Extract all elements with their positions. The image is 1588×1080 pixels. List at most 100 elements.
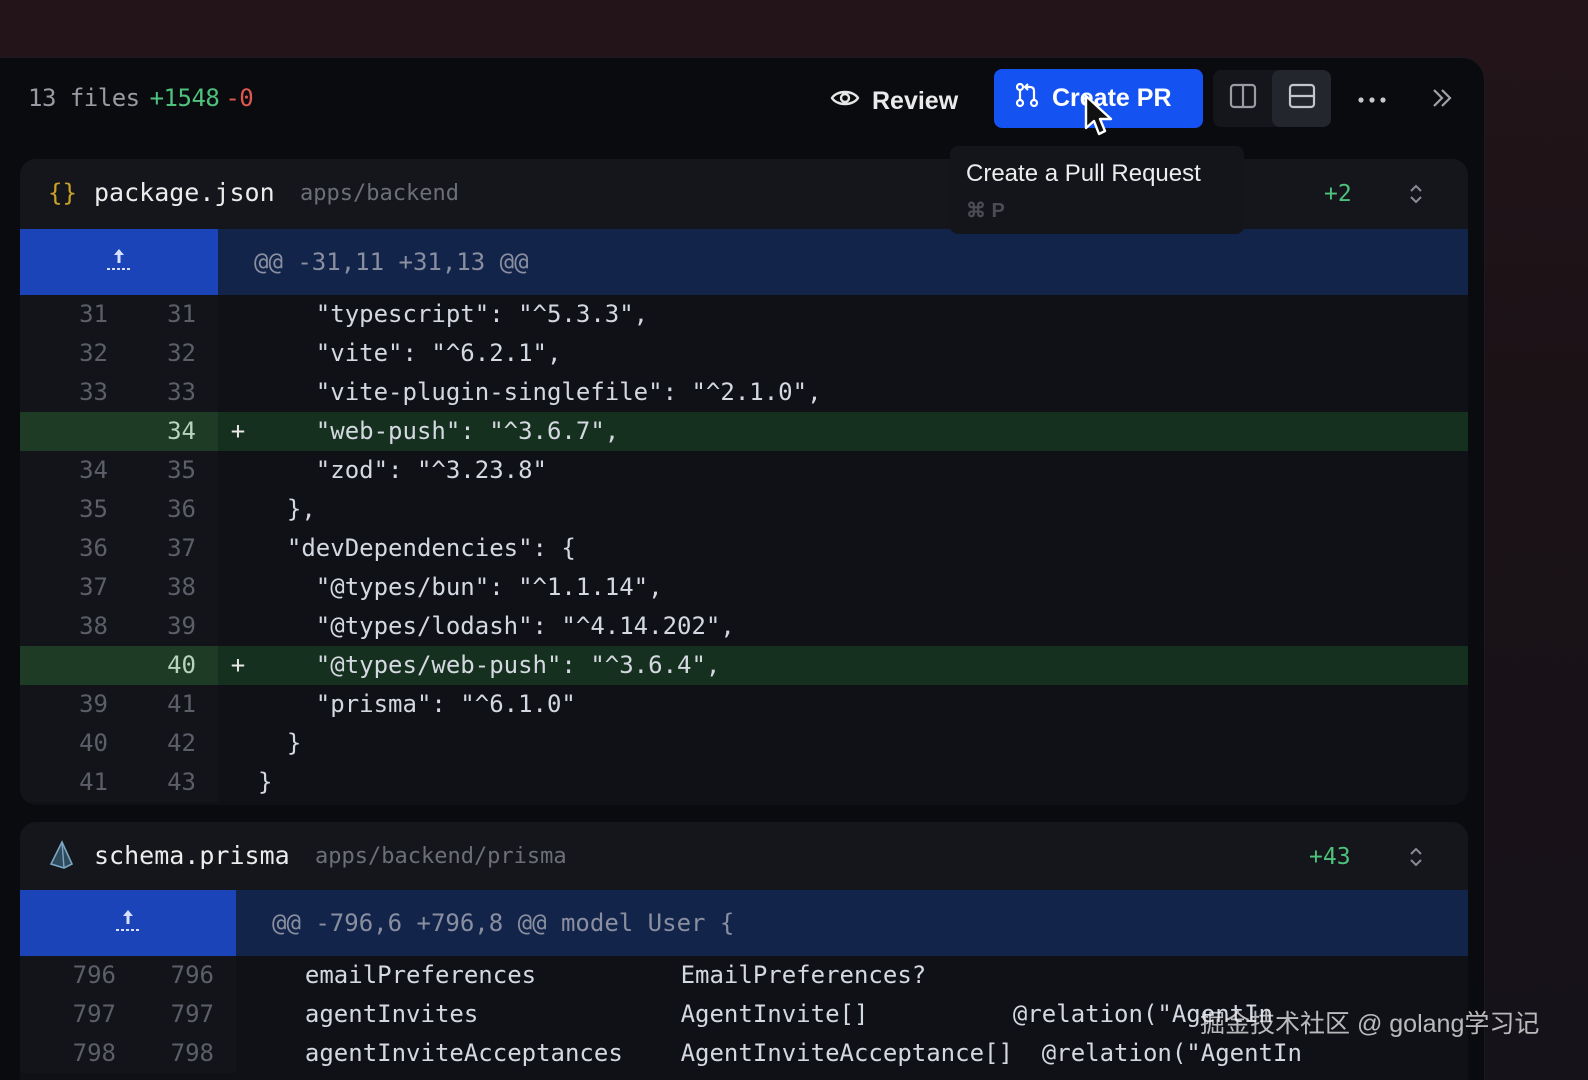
diff-line-added: 40 + "@types/web-push": "^3.6.4", xyxy=(20,646,1468,685)
new-line-number: 797 xyxy=(170,1000,214,1028)
diff-lines: 31 31 "typescript": "^5.3.3", 32 32 "vite":… xyxy=(20,295,1468,802)
old-line-number: 797 xyxy=(72,1000,116,1028)
diff-view-toggle xyxy=(1213,70,1331,127)
code-text: "@types/web-push": "^3.6.4", xyxy=(258,651,721,679)
more-options-button[interactable] xyxy=(1352,80,1392,120)
total-deletions: -0 xyxy=(225,84,254,112)
prisma-icon xyxy=(48,840,74,875)
code-text: "zod": "^3.23.8" xyxy=(258,456,547,484)
diff-sign xyxy=(218,685,258,724)
diff-line: 39 41 "prisma": "^6.1.0" xyxy=(20,685,1468,724)
expand-collapse-icon[interactable] xyxy=(1404,842,1428,872)
line-number-gutter: 33 33 xyxy=(20,373,218,412)
expand-up-button[interactable] xyxy=(20,890,236,956)
new-line-number: 32 xyxy=(167,339,196,367)
line-number-gutter: 34 35 xyxy=(20,451,218,490)
diff-sign xyxy=(218,490,258,529)
diff-panel: 13 files +1548 -0 Review Create PR {} pa… xyxy=(0,58,1484,1080)
old-line-number: 32 xyxy=(79,339,108,367)
old-line-number: 31 xyxy=(79,300,108,328)
new-line-number: 796 xyxy=(170,961,214,989)
old-line-number: 41 xyxy=(79,768,108,796)
hunk-header: @@ -796,6 +796,8 @@ model User { xyxy=(20,890,1468,956)
diff-line: 34 35 "zod": "^3.23.8" xyxy=(20,451,1468,490)
line-number-gutter: 34 xyxy=(20,412,218,451)
file-additions: +43 xyxy=(1309,844,1351,870)
old-line-number: 798 xyxy=(72,1039,116,1067)
file-diff-package-json: {} package.json apps/backend +2 @@ -31,1… xyxy=(20,159,1468,805)
diff-sign xyxy=(218,568,258,607)
code-text: "web-push": "^3.6.7", xyxy=(258,417,620,445)
line-number-gutter: 32 32 xyxy=(20,334,218,373)
line-number-gutter: 796 796 xyxy=(20,956,236,995)
unified-view-button[interactable] xyxy=(1272,70,1331,127)
new-line-number: 35 xyxy=(167,456,196,484)
hunk-range: @@ -31,11 +31,13 @@ xyxy=(254,248,529,276)
hunk-header: @@ -31,11 +31,13 @@ xyxy=(20,229,1468,295)
old-line-number: 40 xyxy=(79,729,108,757)
new-line-number: 34 xyxy=(167,417,196,445)
diff-line: 796 796 emailPreferences EmailPreferences… xyxy=(20,956,1468,995)
line-number-gutter: 798 798 xyxy=(20,1034,236,1073)
new-line-number: 33 xyxy=(167,378,196,406)
old-line-number xyxy=(20,646,108,685)
code-text: "vite-plugin-singlefile": "^2.1.0", xyxy=(258,378,822,406)
new-line-number: 42 xyxy=(167,729,196,757)
diff-sign xyxy=(218,334,258,373)
code-text: "devDependencies": { xyxy=(258,534,576,562)
new-line-number: 31 xyxy=(167,300,196,328)
total-additions: +1548 xyxy=(149,84,220,112)
code-text: "@types/lodash": "^4.14.202", xyxy=(258,612,735,640)
code-text: } xyxy=(258,729,302,757)
code-text: agentInvites AgentInvite[] @relation("Ag… xyxy=(276,1000,1273,1028)
new-line-number: 37 xyxy=(167,534,196,562)
create-pr-tooltip: Create a Pull Request ⌘ P xyxy=(950,146,1244,234)
json-braces-icon: {} xyxy=(48,179,77,207)
code-text: "typescript": "^5.3.3", xyxy=(258,300,649,328)
code-text: } xyxy=(258,768,273,796)
line-number-gutter: 36 37 xyxy=(20,529,218,568)
code-text: emailPreferences EmailPreferences? xyxy=(276,961,927,989)
expand-collapse-icon[interactable] xyxy=(1404,179,1428,209)
old-line-number: 796 xyxy=(72,961,116,989)
expand-up-icon xyxy=(104,247,134,278)
diff-sign xyxy=(218,763,258,802)
code-text: "@types/bun": "^1.1.14", xyxy=(258,573,663,601)
old-line-number: 35 xyxy=(79,495,108,523)
file-header[interactable]: schema.prisma apps/backend/prisma +43 xyxy=(20,822,1468,890)
old-line-number: 37 xyxy=(79,573,108,601)
old-line-number xyxy=(20,412,108,451)
file-name: package.json xyxy=(94,178,275,207)
file-path: apps/backend/prisma xyxy=(315,844,567,869)
new-line-number: 36 xyxy=(167,495,196,523)
line-number-gutter: 35 36 xyxy=(20,490,218,529)
code-text: }, xyxy=(258,495,316,523)
split-view-icon xyxy=(1229,82,1257,115)
line-number-gutter: 38 39 xyxy=(20,607,218,646)
line-number-gutter: 31 31 xyxy=(20,295,218,334)
new-line-number: 38 xyxy=(167,573,196,601)
file-additions: +2 xyxy=(1324,181,1352,207)
split-view-button[interactable] xyxy=(1213,70,1272,127)
watermark: 掘金技术社区 @ golang学习记 xyxy=(1200,1010,1540,1038)
diff-line: 36 37 "devDependencies": { xyxy=(20,529,1468,568)
old-line-number: 33 xyxy=(79,378,108,406)
diff-line: 37 38 "@types/bun": "^1.1.14", xyxy=(20,568,1468,607)
collapse-panel-button[interactable] xyxy=(1422,80,1462,120)
files-count: 13 files xyxy=(28,84,140,112)
tooltip-shortcut: ⌘ P xyxy=(966,200,1005,222)
diff-sign xyxy=(218,373,258,412)
diff-sign xyxy=(236,956,276,995)
expand-up-button[interactable] xyxy=(20,229,218,295)
diff-line: 31 31 "typescript": "^5.3.3", xyxy=(20,295,1468,334)
new-line-number: 43 xyxy=(167,768,196,796)
diff-line-added: 34 + "web-push": "^3.6.7", xyxy=(20,412,1468,451)
file-header[interactable]: {} package.json apps/backend +2 xyxy=(20,159,1468,229)
diff-sign xyxy=(218,607,258,646)
line-number-gutter: 37 38 xyxy=(20,568,218,607)
diff-sign xyxy=(218,295,258,334)
review-button[interactable]: Review xyxy=(826,78,971,124)
file-path: apps/backend xyxy=(300,181,459,206)
line-number-gutter: 40 xyxy=(20,646,218,685)
diff-sign xyxy=(236,995,276,1034)
